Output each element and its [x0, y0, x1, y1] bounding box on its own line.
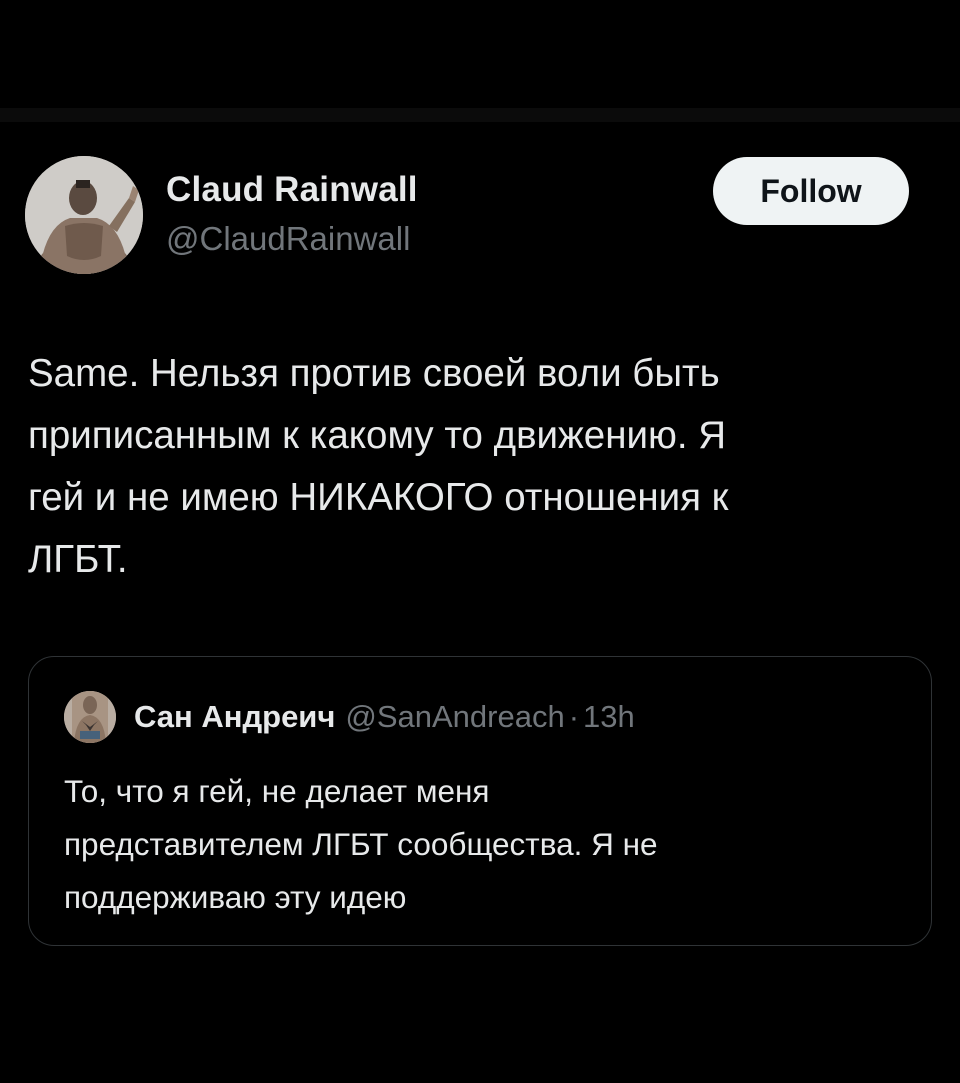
profile-photo-icon — [25, 156, 143, 274]
quoted-tweet-time[interactable]: 13h — [583, 699, 635, 734]
quoted-author-avatar[interactable] — [64, 691, 116, 743]
section-divider — [0, 108, 960, 122]
quoted-tweet-header: Сан Андреич @SanAndreach · 13h — [134, 697, 635, 737]
quoted-author-handle[interactable]: @SanAndreach — [345, 699, 564, 734]
author-avatar[interactable] — [25, 156, 143, 274]
quoted-tweet-card[interactable]: Сан Андреич @SanAndreach · 13h То, что я ге… — [28, 656, 932, 946]
follow-button[interactable]: Follow — [713, 157, 909, 225]
quoted-author-name[interactable]: Сан Андреич — [134, 699, 335, 734]
author-name[interactable]: Claud Rainwall — [166, 170, 418, 210]
author-handle[interactable]: @ClaudRainwall — [166, 220, 410, 258]
profile-photo-icon — [64, 691, 116, 743]
tweet-text: Same. Нельзя против своей воли быть прип… — [28, 352, 729, 581]
top-blank-area — [0, 0, 960, 108]
tweet-page: Claud Rainwall @ClaudRainwall Follow Sam… — [0, 0, 960, 1083]
quoted-tweet-text: То, что я гей, не делает меня представит… — [64, 773, 658, 915]
meta-separator: · — [568, 699, 580, 734]
